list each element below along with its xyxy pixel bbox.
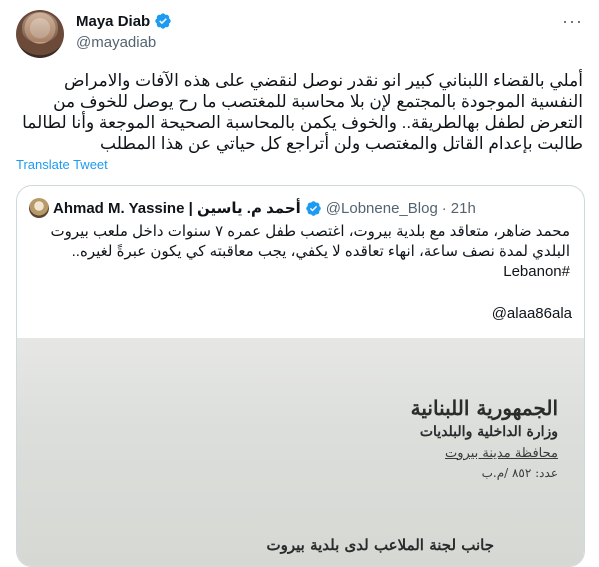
quoted-tweet[interactable]: Ahmad M. Yassine | أحمد م. ياسين @Lobnen… (16, 185, 585, 567)
document-reference-number: عدد: ٨٥٢ /م.ب (481, 466, 558, 480)
document-header-ministry: وزارة الداخلية والبلديات (419, 424, 558, 440)
author-avatar[interactable] (16, 10, 64, 58)
quoted-tweet-header: Ahmad M. Yassine | أحمد م. ياسين @Lobnen… (29, 198, 476, 218)
quoted-document-image[interactable]: الجمهورية اللبنانية وزارة الداخلية والبل… (17, 338, 584, 566)
translate-tweet-link[interactable]: Translate Tweet (16, 157, 108, 172)
avatar-image-detail (22, 12, 58, 42)
author-display-name[interactable]: Maya Diab (76, 13, 150, 30)
quoted-author-handle: @Lobnene_Blog (325, 199, 438, 217)
author-name-row: Maya Diab (76, 12, 172, 30)
quoted-author-avatar (29, 198, 49, 218)
verified-badge-icon (155, 13, 171, 29)
document-header-governorate: محافظة مدينة بيروت (445, 446, 558, 461)
quoted-mention[interactable]: @alaa86ala (492, 305, 572, 322)
author-handle[interactable]: @mayadiab (76, 34, 156, 51)
verified-badge-icon (306, 200, 321, 216)
document-addressee: جانب لجنة الملاعب لدى بلدية بيروت (266, 536, 494, 554)
tweet-card: Maya Diab @mayadiab ··· أملي بالقضاء الل… (0, 0, 599, 567)
more-options-icon[interactable]: ··· (562, 12, 583, 30)
quoted-tweet-text: محمد ضاهر، متعاقد مع بلدية بيروت، اغتصب … (50, 223, 570, 280)
quoted-timestamp[interactable]: 21h (451, 200, 476, 217)
quoted-author-name: Ahmad M. Yassine | أحمد م. ياسين (53, 200, 301, 217)
dot-separator: · (441, 199, 447, 217)
document-header-republic: الجمهورية اللبنانية (410, 396, 558, 420)
tweet-text: أملي بالقضاء اللبناني كبير انو نقدر نوصل… (22, 71, 583, 153)
